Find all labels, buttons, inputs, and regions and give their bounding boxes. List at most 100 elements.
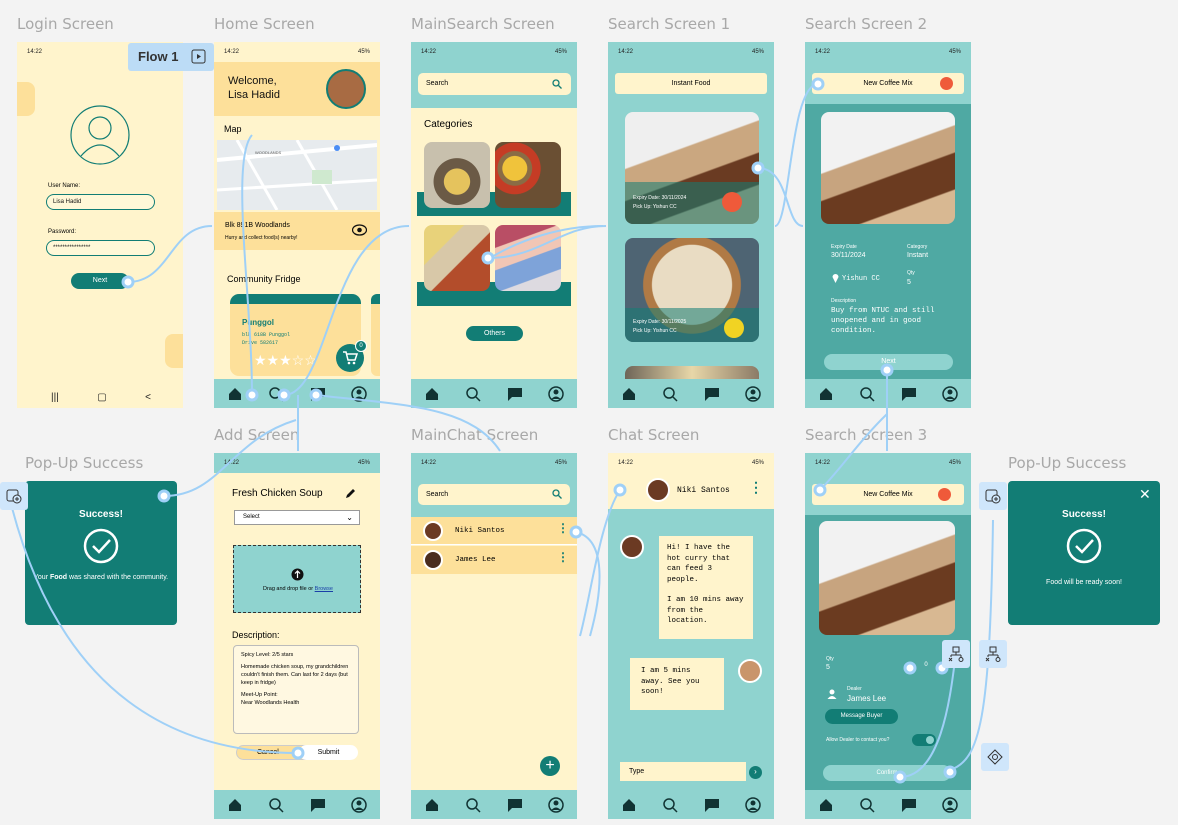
popup-message: Food will be ready soon! [1046, 579, 1122, 586]
flow-start-tag[interactable] [0, 482, 28, 510]
chat-icon[interactable] [704, 386, 720, 402]
chat-icon[interactable] [310, 386, 326, 402]
recent-apps-icon[interactable]: ||| [51, 392, 59, 403]
dropzone-text: Drag and drop file or Browse [234, 586, 362, 592]
more-vertical-icon[interactable]: ⋮ [557, 521, 569, 535]
confirm-button[interactable]: Confirm [823, 765, 951, 781]
eye-icon[interactable] [352, 224, 367, 236]
map-view[interactable]: WOODLANDS [217, 140, 377, 210]
cart-button[interactable]: 0 [336, 340, 367, 372]
qty-value: 5 [907, 279, 911, 286]
search-icon[interactable] [859, 386, 875, 402]
message-text: I am 10 mins away from the location. [667, 596, 744, 625]
expiry-text: Expiry Date: 30/11/2024 [633, 195, 687, 201]
back-icon[interactable]: < [145, 392, 151, 403]
bottom-nav [411, 379, 577, 408]
new-chat-plus-button[interactable]: + [540, 756, 560, 776]
others-button[interactable]: Others [466, 326, 523, 341]
status-bar: 14:22 45% [214, 42, 380, 62]
status-battery: 45% [751, 460, 764, 466]
category-soup-image[interactable] [424, 142, 490, 208]
search-icon[interactable] [662, 386, 678, 402]
send-arrow-icon[interactable]: › [749, 766, 762, 779]
search-icon[interactable] [268, 386, 284, 402]
status-bar: 14:22 45% [411, 453, 577, 473]
status-battery: 45% [554, 49, 567, 55]
home-icon[interactable] [424, 386, 440, 402]
food-card-1[interactable]: Expiry Date: 30/11/2024 Pick Up: Yishun … [625, 112, 759, 224]
contact-row[interactable]: James Lee ⋮ [411, 546, 577, 574]
more-vertical-icon[interactable]: ⋮ [749, 479, 763, 496]
profile-icon[interactable] [942, 385, 958, 402]
cancel-button[interactable]: Cancel [257, 749, 279, 756]
description-textarea[interactable]: Spicy Level: 2/5 stars Homemade chicken … [233, 645, 359, 734]
profile-icon[interactable] [351, 796, 367, 813]
component-variant-tag[interactable] [942, 640, 970, 668]
close-icon[interactable]: ✕ [1139, 486, 1151, 503]
home-square-icon[interactable]: ▢ [97, 392, 106, 403]
check-circle-icon [83, 528, 119, 564]
profile-icon[interactable] [548, 796, 564, 813]
chat-icon[interactable] [901, 797, 917, 813]
chat-search-input[interactable]: Search [418, 484, 570, 505]
search-icon[interactable] [859, 797, 875, 813]
search-placeholder: Search [426, 80, 449, 87]
avatar[interactable] [326, 69, 366, 109]
search-icon[interactable] [465, 797, 481, 813]
profile-icon[interactable] [548, 385, 564, 402]
category-frozen-image[interactable] [495, 225, 561, 291]
category-grains-image[interactable] [424, 225, 490, 291]
chat-icon[interactable] [310, 797, 326, 813]
home-icon[interactable] [621, 797, 637, 813]
home-icon[interactable] [424, 797, 440, 813]
frame-label-login: Login Screen [17, 15, 114, 33]
component-variant-tag[interactable] [979, 640, 1007, 668]
search-input[interactable]: Search [418, 73, 571, 95]
popup-success-right: ✕ Success! Food will be ready soon! [1008, 481, 1160, 625]
user-name: Lisa Hadid [228, 89, 280, 101]
quantity-stepper[interactable]: 0 [905, 662, 947, 674]
category-spices-image[interactable] [495, 142, 561, 208]
profile-icon[interactable] [351, 385, 367, 402]
submit-button[interactable]: Submit [299, 745, 358, 760]
home-icon[interactable] [227, 797, 243, 813]
search-icon[interactable] [662, 797, 678, 813]
next-button[interactable]: Next [71, 273, 129, 289]
status-bar: 14:22 45% [214, 453, 380, 473]
home-icon[interactable] [818, 386, 834, 402]
browse-link[interactable]: Browse [315, 586, 333, 592]
interaction-target-tag[interactable] [981, 743, 1009, 771]
food-card-2[interactable]: Expiry Date: 30/11/2025 Pick Up: Yishun … [625, 238, 759, 342]
search-icon[interactable] [552, 79, 562, 89]
chat-icon[interactable] [704, 797, 720, 813]
incoming-message: Hi! I have the hot curry that can feed 3… [659, 536, 753, 639]
chat-icon[interactable] [901, 386, 917, 402]
profile-icon[interactable] [942, 796, 958, 813]
password-input[interactable]: **************** [46, 240, 155, 256]
chat-icon[interactable] [507, 797, 523, 813]
category-select[interactable]: Select ⌄ [234, 510, 360, 525]
fridge-card-next[interactable] [371, 294, 380, 376]
search-icon[interactable] [552, 489, 562, 499]
contact-row[interactable]: Niki Santos ⋮ [411, 517, 577, 545]
avatar [620, 535, 644, 559]
message-input[interactable]: Type [620, 762, 746, 781]
search-icon[interactable] [465, 386, 481, 402]
avatar [738, 659, 762, 683]
username-input[interactable]: Lisa Hadid [46, 194, 155, 210]
flow-tag[interactable]: Flow 1 [128, 43, 214, 71]
profile-icon[interactable] [745, 385, 761, 402]
more-vertical-icon[interactable]: ⋮ [557, 550, 569, 564]
flow-start-tag[interactable] [979, 482, 1007, 510]
edit-pencil-icon[interactable] [345, 487, 357, 499]
home-icon[interactable] [818, 797, 834, 813]
search-icon[interactable] [268, 797, 284, 813]
chat-icon[interactable] [507, 386, 523, 402]
home-icon[interactable] [621, 386, 637, 402]
home-icon[interactable] [227, 386, 243, 402]
next-button[interactable]: Next [824, 354, 953, 370]
profile-icon[interactable] [745, 796, 761, 813]
allow-contact-toggle[interactable] [912, 734, 936, 746]
file-dropzone[interactable]: Drag and drop file or Browse [233, 545, 361, 613]
message-buyer-button[interactable]: Message Buyer [825, 709, 898, 724]
